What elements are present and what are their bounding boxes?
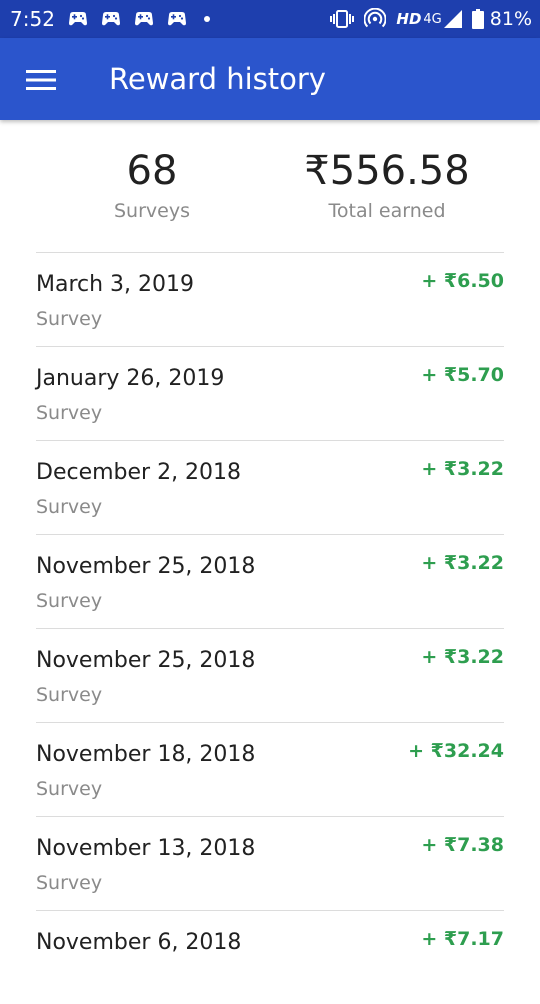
surveys-count: 68 xyxy=(126,148,178,194)
system-icons: HD 4G 81% xyxy=(330,7,532,31)
reward-type: Survey xyxy=(36,590,103,612)
app-bar: Reward history xyxy=(0,38,540,120)
menu-button[interactable] xyxy=(18,60,64,100)
page-title: Reward history xyxy=(109,62,326,96)
reward-date: November 18, 2018 xyxy=(36,742,256,767)
reward-summary: 68 Surveys ₹556.58 Total earned xyxy=(0,120,540,252)
game-controller-icon xyxy=(69,12,87,26)
more-notifications-dot-icon xyxy=(204,16,210,22)
reward-amount: + ₹7.17 xyxy=(421,928,504,950)
hotspot-icon xyxy=(364,8,387,28)
signal-icon xyxy=(443,10,462,28)
list-item[interactable]: January 26, 2019 Survey + ₹5.70 xyxy=(36,346,504,440)
reward-amount: + ₹32.24 xyxy=(408,740,504,762)
reward-amount: + ₹6.50 xyxy=(421,270,504,292)
list-item[interactable]: March 3, 2019 Survey + ₹6.50 xyxy=(36,252,504,346)
list-item[interactable]: November 25, 2018 Survey + ₹3.22 xyxy=(36,628,504,722)
reward-type: Survey xyxy=(36,778,103,800)
reward-date: November 13, 2018 xyxy=(36,836,256,861)
battery-percent: 81% xyxy=(489,8,532,30)
surveys-label: Surveys xyxy=(114,200,190,222)
total-earned-stat: ₹556.58 Total earned xyxy=(304,148,469,222)
reward-date: November 25, 2018 xyxy=(36,554,256,579)
game-controller-icon xyxy=(135,12,153,26)
list-item[interactable]: November 13, 2018 Survey + ₹7.38 xyxy=(36,816,504,910)
reward-amount: + ₹3.22 xyxy=(421,552,504,574)
list-item[interactable]: November 18, 2018 Survey + ₹32.24 xyxy=(36,722,504,816)
game-controller-icon xyxy=(102,12,120,26)
reward-date: December 2, 2018 xyxy=(36,460,242,485)
game-controller-icon xyxy=(168,12,186,26)
list-item[interactable]: December 2, 2018 Survey + ₹3.22 xyxy=(36,440,504,534)
reward-amount: + ₹7.38 xyxy=(421,834,504,856)
reward-history-list: March 3, 2019 Survey + ₹6.50 January 26,… xyxy=(36,252,504,1004)
reward-type: Survey xyxy=(36,684,103,706)
surveys-stat: 68 Surveys xyxy=(114,148,190,222)
hamburger-menu-icon xyxy=(26,70,56,90)
total-earned-label: Total earned xyxy=(328,200,446,222)
reward-amount: + ₹5.70 xyxy=(421,364,504,386)
reward-amount: + ₹3.22 xyxy=(421,646,504,668)
reward-date: November 25, 2018 xyxy=(36,648,256,673)
reward-type: Survey xyxy=(36,872,103,894)
reward-type: Survey xyxy=(36,402,103,424)
total-earned-value: ₹556.58 xyxy=(304,148,470,194)
status-time: 7:52 xyxy=(10,7,55,31)
reward-type: Survey xyxy=(36,496,103,518)
battery-icon xyxy=(471,9,484,29)
reward-date: January 26, 2019 xyxy=(36,366,225,391)
hd-indicator: HD xyxy=(396,10,422,28)
network-type: 4G xyxy=(423,11,442,27)
notification-icons xyxy=(68,9,210,29)
reward-amount: + ₹3.22 xyxy=(421,458,504,480)
reward-type: Survey xyxy=(36,308,103,330)
reward-date: November 6, 2018 xyxy=(36,930,242,955)
list-item[interactable]: November 25, 2018 Survey + ₹3.22 xyxy=(36,534,504,628)
status-bar: 7:52 HD 4G 81% xyxy=(0,0,540,38)
vibrate-icon xyxy=(330,10,355,28)
list-item[interactable]: November 6, 2018 + ₹7.17 xyxy=(36,910,504,1004)
reward-date: March 3, 2019 xyxy=(36,272,195,297)
